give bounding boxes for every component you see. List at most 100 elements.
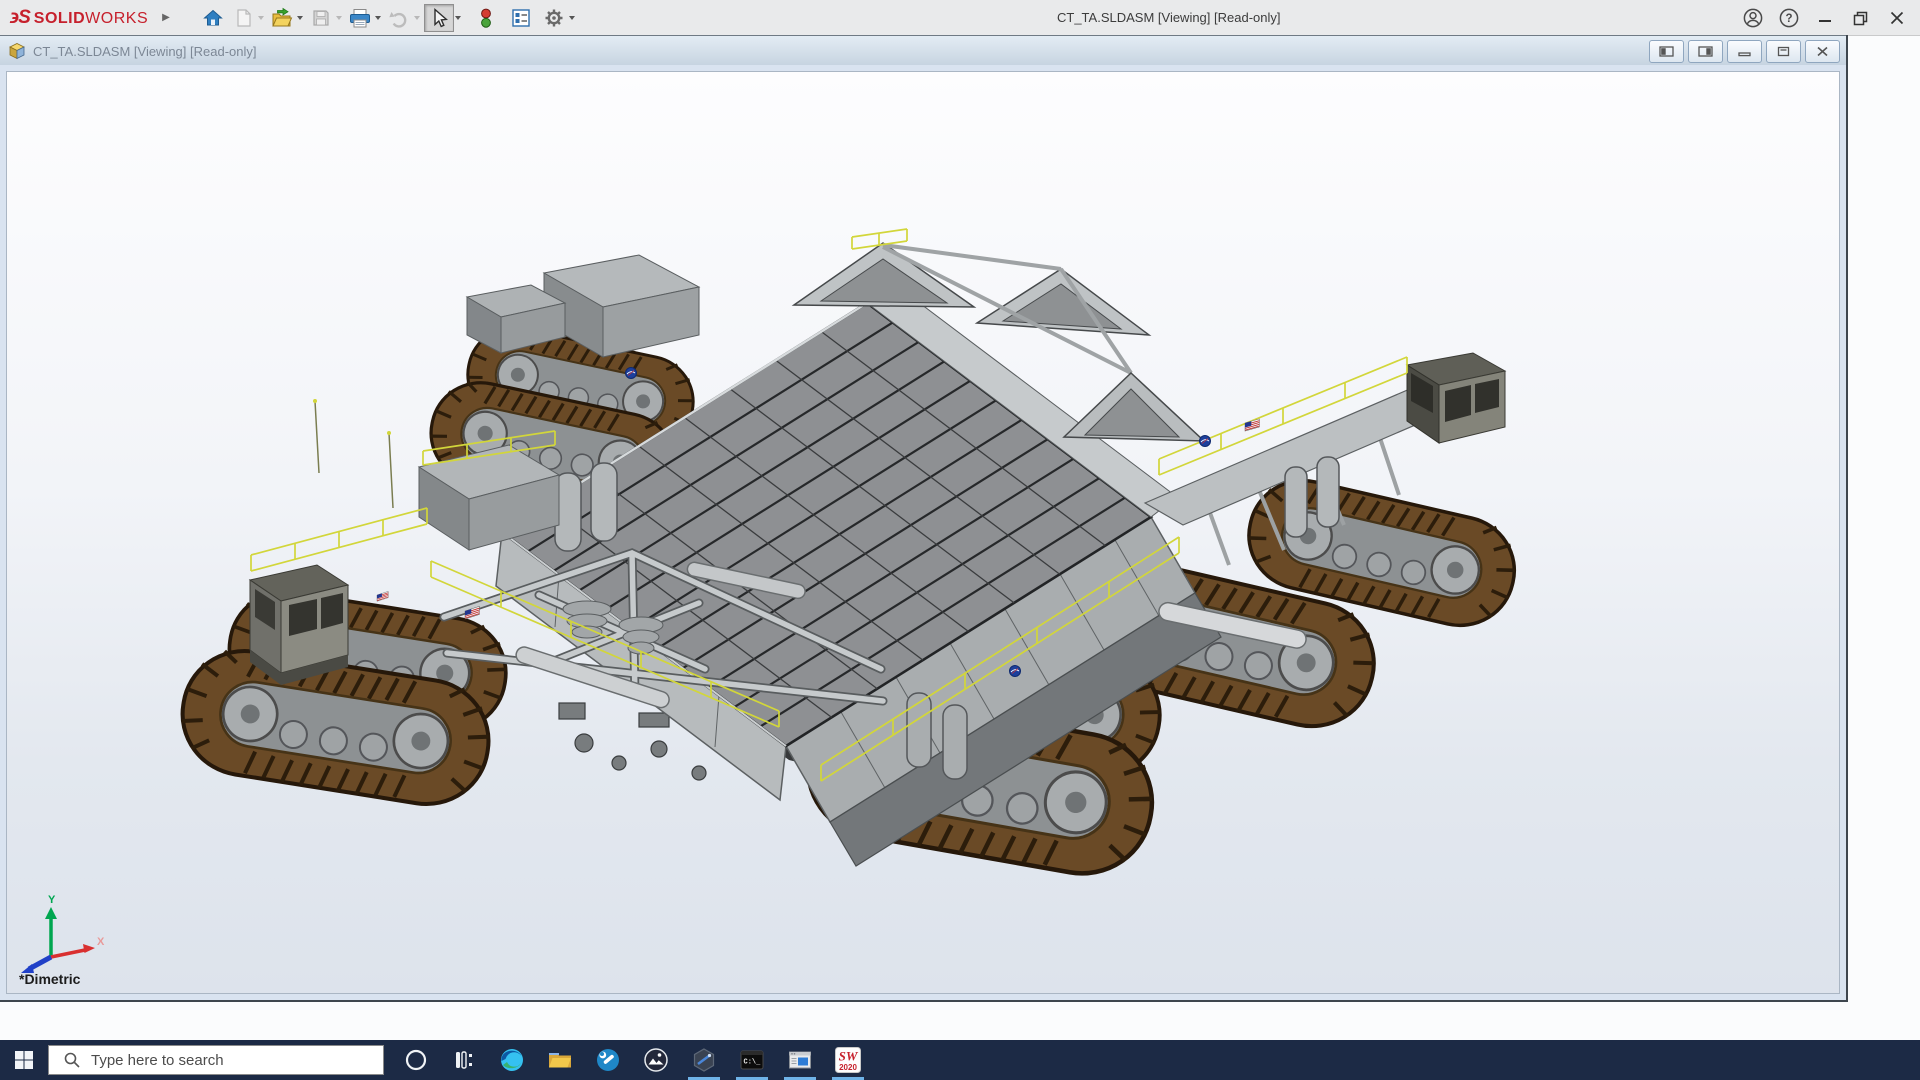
app-window-controls: ? xyxy=(1738,0,1912,35)
viewport-frame: Y X *Dimetric xyxy=(0,65,1846,1000)
taskbar-item-task-view[interactable] xyxy=(440,1040,488,1080)
crawler-transporter-model[interactable]: Y X xyxy=(7,72,1839,993)
taskbar-item-hexagon-app[interactable] xyxy=(680,1040,728,1080)
undo-icon xyxy=(388,7,410,29)
traffic-light-icon xyxy=(475,7,497,29)
us-flag-decal xyxy=(377,591,388,601)
solidworks-logo: ϶S SOLID WORKS xyxy=(10,7,148,29)
undo-caret[interactable] xyxy=(414,16,420,20)
taskbar-apps: C:\_ SW 2020 xyxy=(392,1040,872,1080)
help-icon: ? xyxy=(1778,7,1800,29)
edge-icon xyxy=(499,1047,525,1073)
assembly-cube-icon xyxy=(8,42,26,60)
search-icon xyxy=(63,1051,81,1069)
save-caret[interactable] xyxy=(336,16,342,20)
graphics-viewport[interactable]: Y X *Dimetric xyxy=(6,71,1840,994)
brand-works: WORKS xyxy=(85,10,148,28)
taskbar-item-file-explorer[interactable] xyxy=(536,1040,584,1080)
print-button[interactable] xyxy=(346,5,374,31)
remote-window-icon xyxy=(787,1047,813,1073)
hexagon-app-icon xyxy=(691,1047,717,1073)
command-prompt-icon: C:\_ xyxy=(739,1047,765,1073)
taskbar-item-command-prompt[interactable]: C:\_ xyxy=(728,1040,776,1080)
doc-close-icon xyxy=(1815,46,1830,57)
open-caret[interactable] xyxy=(297,16,303,20)
app-title-bar: ϶S SOLID WORKS ▶ xyxy=(0,0,1920,36)
save-button[interactable] xyxy=(307,5,335,31)
print-icon xyxy=(348,7,372,29)
options-button[interactable] xyxy=(540,5,568,31)
gear-icon xyxy=(543,7,565,29)
start-button[interactable] xyxy=(0,1040,48,1080)
svg-text:2020: 2020 xyxy=(839,1063,857,1072)
taskbar-item-solidworks[interactable]: SW 2020 xyxy=(824,1040,872,1080)
select-button[interactable] xyxy=(424,4,454,32)
restore-button[interactable] xyxy=(1846,4,1876,32)
task-view-icon xyxy=(452,1048,476,1072)
taskbar-item-edge[interactable] xyxy=(488,1040,536,1080)
document-window: CT_TA.SLDASM [Viewing] [Read-only] xyxy=(0,35,1848,1002)
restore-icon xyxy=(1850,7,1872,29)
svg-text:C:\_: C:\_ xyxy=(744,1059,762,1067)
new-document-icon xyxy=(232,7,254,29)
account-button[interactable] xyxy=(1738,4,1768,32)
account-icon xyxy=(1742,7,1764,29)
home-button[interactable] xyxy=(199,5,227,31)
new-document-button[interactable] xyxy=(229,5,257,31)
brand-mark: ϶S xyxy=(10,7,30,29)
document-title: CT_TA.SLDASM [Viewing] [Read-only] xyxy=(33,44,257,59)
report-list-icon xyxy=(510,7,532,29)
close-icon xyxy=(1886,7,1908,29)
nasa-meatball-decal xyxy=(1010,666,1021,677)
doc-restore-button[interactable] xyxy=(1766,40,1801,63)
view-orientation-label: *Dimetric xyxy=(19,971,80,987)
taskbar-item-photos[interactable] xyxy=(632,1040,680,1080)
taskbar-item-remote-window[interactable] xyxy=(776,1040,824,1080)
search-placeholder: Type here to search xyxy=(91,1052,224,1069)
display-pane-toggle-button[interactable] xyxy=(1688,40,1723,63)
close-button[interactable] xyxy=(1882,4,1912,32)
undo-button[interactable] xyxy=(385,5,413,31)
taskbar: Type here to search xyxy=(0,1040,1920,1080)
minimize-button[interactable] xyxy=(1810,4,1840,32)
triad-y-label: Y xyxy=(48,894,56,906)
svg-text:?: ? xyxy=(1785,13,1792,25)
nasa-meatball-decal xyxy=(1200,436,1211,447)
minimize-icon xyxy=(1814,7,1836,29)
orientation-triad: Y X xyxy=(21,894,105,973)
display-report-button[interactable] xyxy=(507,5,535,31)
triad-x-label: X xyxy=(97,936,105,948)
doc-close-button[interactable] xyxy=(1805,40,1840,63)
quick-toolbar xyxy=(198,4,578,32)
left-pane-icon xyxy=(1659,46,1674,57)
wrench-circle-icon xyxy=(595,1047,621,1073)
doc-minimize-button[interactable] xyxy=(1727,40,1762,63)
taskbar-search-input[interactable]: Type here to search xyxy=(48,1045,384,1075)
document-window-controls xyxy=(1649,40,1840,63)
taskbar-item-cortana[interactable] xyxy=(392,1040,440,1080)
top-left-structure[interactable] xyxy=(467,255,699,357)
home-icon xyxy=(202,7,224,29)
new-document-caret[interactable] xyxy=(258,16,264,20)
windows-logo-icon xyxy=(14,1050,34,1070)
feature-pane-toggle-button[interactable] xyxy=(1649,40,1684,63)
menu-flyout-arrow[interactable]: ▶ xyxy=(162,12,170,23)
cortana-icon xyxy=(404,1048,428,1072)
open-icon xyxy=(270,7,294,29)
front-cab[interactable] xyxy=(250,565,348,685)
screen: ϶S SOLID WORKS ▶ xyxy=(0,0,1920,1080)
print-caret[interactable] xyxy=(375,16,381,20)
open-button[interactable] xyxy=(268,5,296,31)
select-caret[interactable] xyxy=(455,16,461,20)
doc-minimize-icon xyxy=(1737,46,1752,57)
taskbar-item-support-tool[interactable] xyxy=(584,1040,632,1080)
doc-restore-icon xyxy=(1776,46,1791,57)
help-button[interactable]: ? xyxy=(1774,4,1804,32)
solidworks-2020-icon: SW 2020 xyxy=(834,1046,862,1074)
rear-cab[interactable] xyxy=(1407,353,1505,443)
rebuild-lights-button[interactable] xyxy=(472,5,500,31)
options-caret[interactable] xyxy=(569,16,575,20)
file-explorer-icon xyxy=(547,1047,573,1073)
document-title-bar: CT_TA.SLDASM [Viewing] [Read-only] xyxy=(0,35,1846,66)
app-window-title: CT_TA.SLDASM [Viewing] [Read-only] xyxy=(1057,0,1281,35)
